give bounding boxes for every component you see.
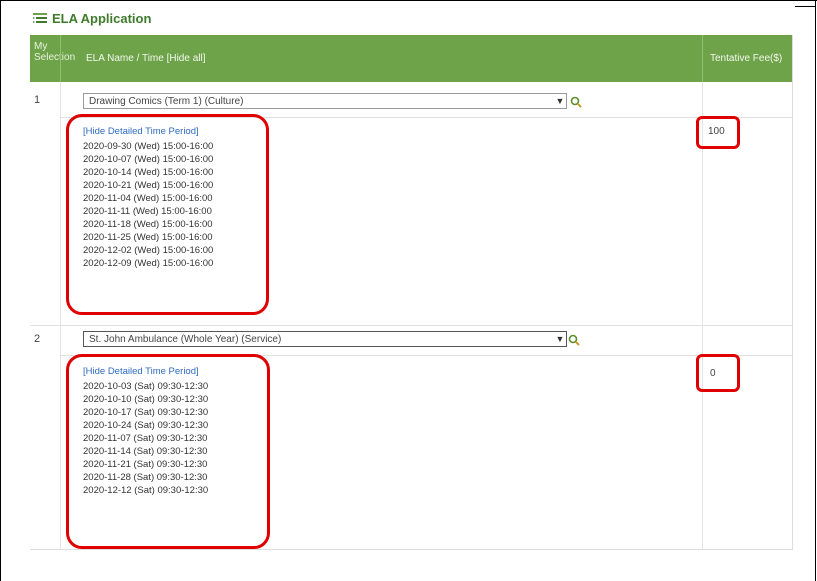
column-divider <box>60 82 61 549</box>
ela-select-1[interactable]: Drawing Comics (Term 1) (Culture) ▼ <box>83 93 567 109</box>
frame-left-border <box>0 0 1 581</box>
frame-top-border <box>0 0 817 1</box>
row-divider <box>30 325 792 326</box>
list-application-icon <box>32 11 48 25</box>
frame-right-border <box>815 0 816 581</box>
header-ela-name-time[interactable]: ELA Name / Time [Hide all] <box>86 53 206 64</box>
highlight-date-list-2 <box>66 354 270 549</box>
row-number: 1 <box>34 94 41 106</box>
page-title-text: ELA Application <box>52 10 152 26</box>
ela-select-value: Drawing Comics (Term 1) (Culture) <box>89 95 244 107</box>
table-header: My Selection ELA Name / Time [Hide all] … <box>30 35 792 82</box>
magnifier-icon[interactable] <box>568 333 580 346</box>
header-divider <box>702 35 703 82</box>
highlight-date-list-1 <box>66 114 269 315</box>
row-number: 2 <box>34 333 41 345</box>
highlight-fee-1 <box>696 116 740 149</box>
chevron-down-icon: ▼ <box>555 334 565 344</box>
header-divider <box>60 35 61 82</box>
header-my-selection: My Selection <box>34 41 76 63</box>
highlight-fee-2 <box>696 354 740 392</box>
column-divider <box>702 82 703 549</box>
chevron-down-icon: ▼ <box>555 96 565 106</box>
magnifier-icon[interactable] <box>570 95 582 108</box>
page-title: ELA Application <box>32 10 151 26</box>
frame-corner-tick <box>795 6 816 7</box>
ela-select-2[interactable]: St. John Ambulance (Whole Year) (Service… <box>83 331 567 347</box>
ela-select-value: St. John Ambulance (Whole Year) (Service… <box>89 333 282 345</box>
header-tentative-fee: Tentative Fee($) <box>710 53 783 64</box>
